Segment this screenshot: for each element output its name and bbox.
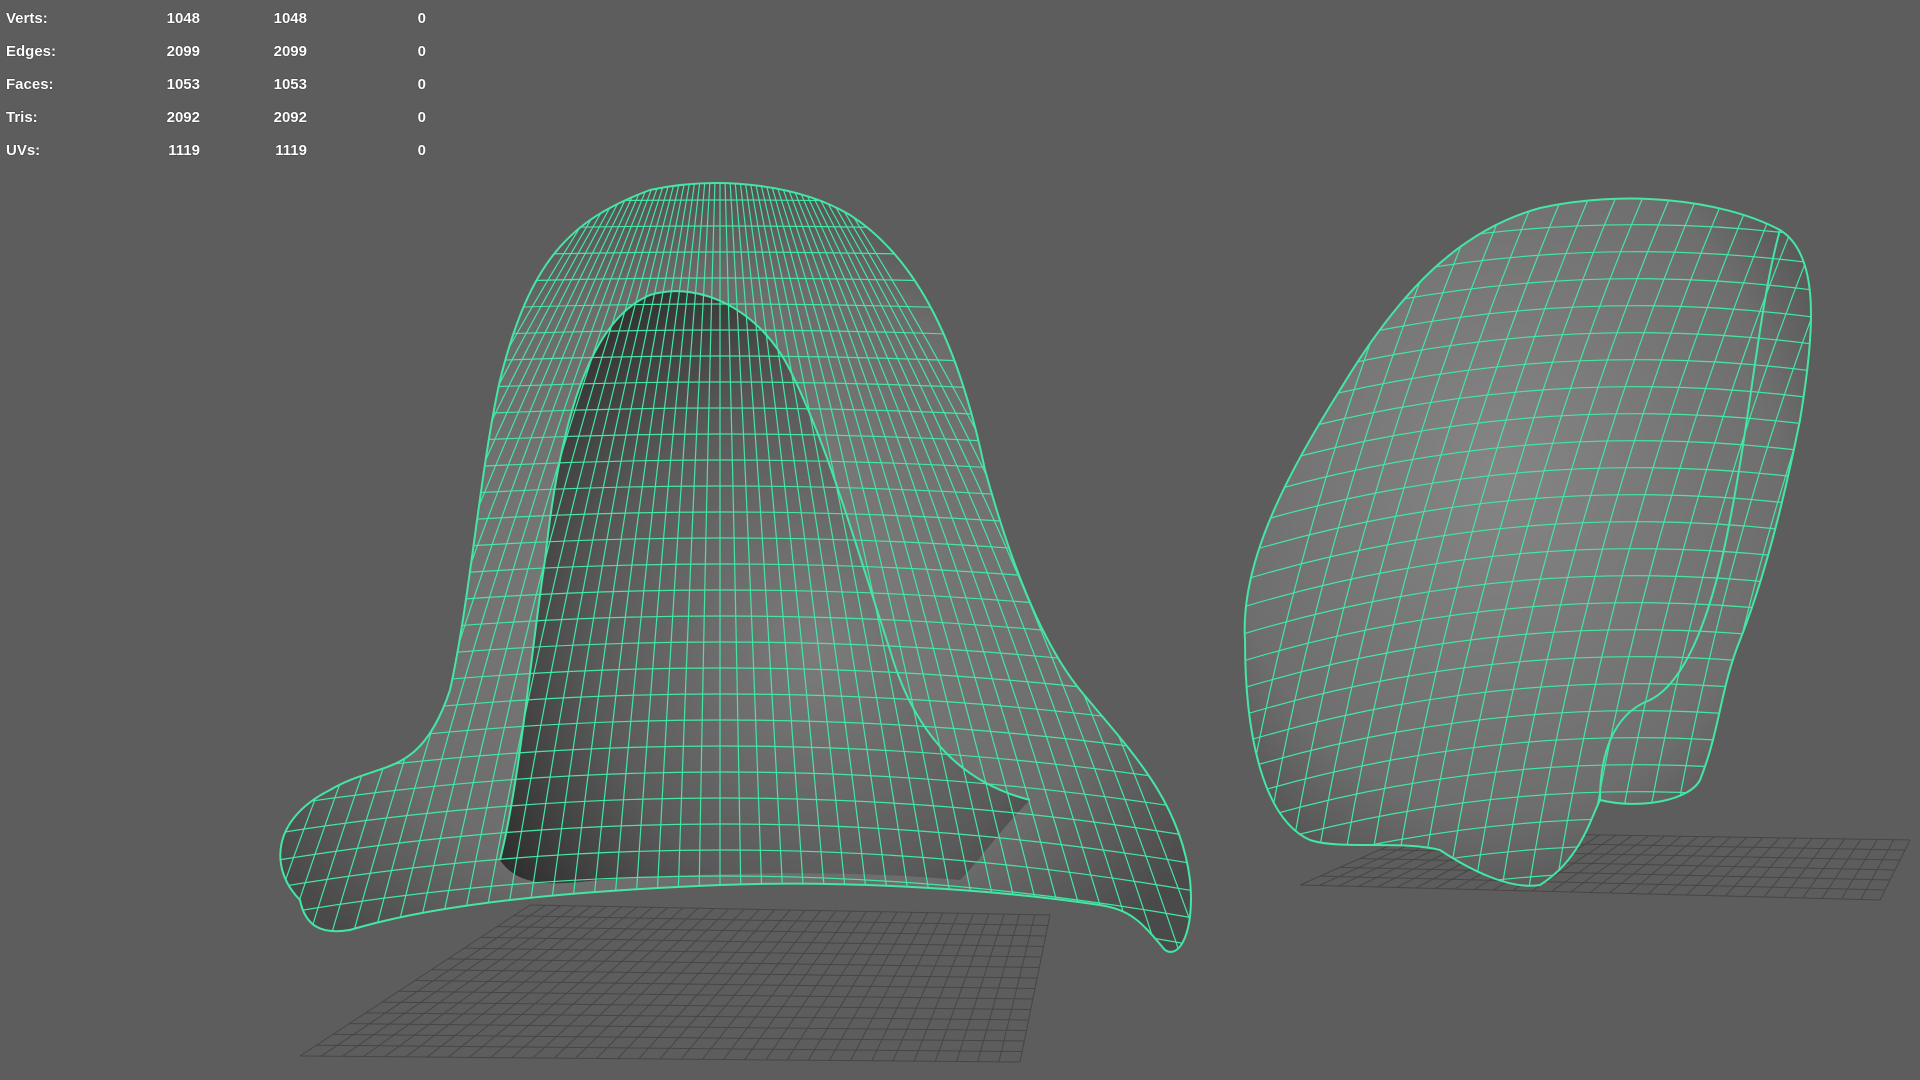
hud-row-edges: Edges: 2099 2099 0: [6, 35, 426, 68]
hud-selected: 1048: [273, 10, 307, 27]
hud-row-tris: Tris: 2092 2092 0: [6, 101, 426, 134]
hud-label: Edges:: [6, 43, 57, 60]
hud-total: 1048: [166, 10, 200, 27]
hud-total: 1053: [166, 76, 200, 93]
hud-total: 1119: [168, 142, 200, 159]
hud-row-uvs: UVs: 1119 1119 0: [6, 134, 426, 167]
pad-mesh[interactable]: [1230, 190, 1920, 935]
hud-other: 0: [417, 43, 426, 60]
hud-other: 0: [417, 76, 426, 93]
hud-label: Verts:: [6, 10, 48, 27]
hud-selected: 1053: [273, 76, 307, 93]
hud-other: 0: [417, 10, 426, 27]
hud-total: 2099: [166, 43, 200, 60]
hud-other: 0: [417, 142, 426, 159]
hud-selected: 1119: [275, 142, 307, 159]
hud-row-faces: Faces: 1053 1053 0: [6, 68, 426, 101]
hud-label: Faces:: [6, 76, 54, 93]
hud-selected: 2099: [273, 43, 307, 60]
arch-mesh[interactable]: [236, 180, 1204, 1001]
hud-label: UVs:: [6, 142, 41, 159]
hud-selected: 2092: [273, 109, 307, 126]
hud-row-verts: Verts: 1048 1048 0: [6, 2, 426, 35]
hud-other: 0: [417, 109, 426, 126]
hud-label: Tris:: [6, 109, 38, 126]
poly-count-hud: Verts: 1048 1048 0 Edges: 2099 2099 0 Fa…: [6, 2, 426, 167]
ground-grid: [299, 904, 1051, 1063]
hud-total: 2092: [166, 109, 200, 126]
